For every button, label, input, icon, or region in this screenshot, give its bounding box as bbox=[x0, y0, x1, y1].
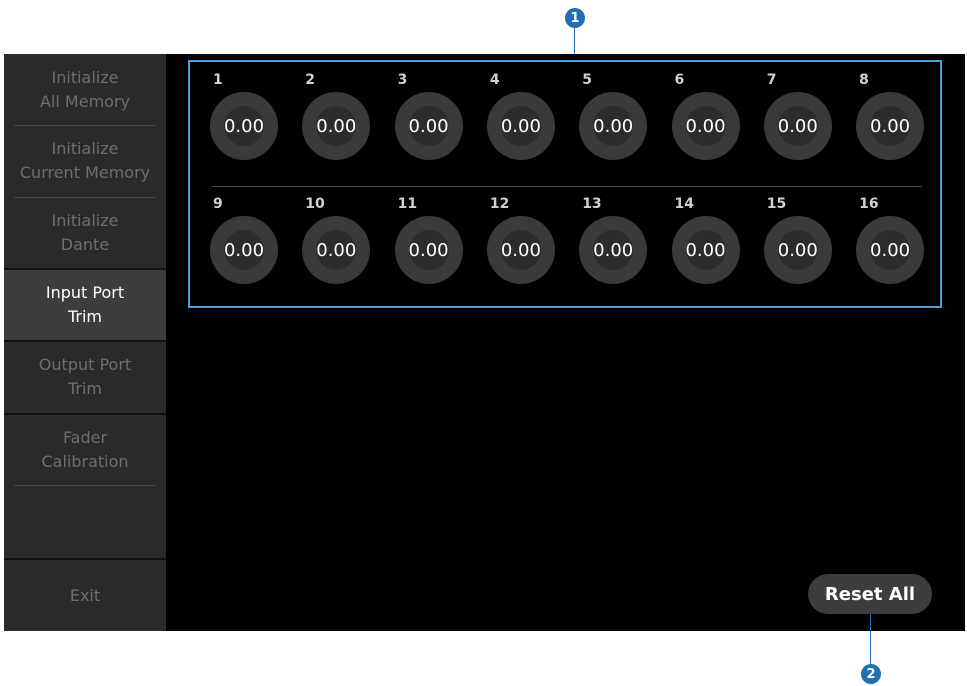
trim-knob-cell: 16 0.00 bbox=[856, 196, 936, 286]
sidebar-item-label: Current Memory bbox=[19, 163, 151, 182]
trim-knob-cell: 5 0.00 bbox=[579, 72, 659, 162]
trim-knob-number: 3 bbox=[397, 72, 408, 88]
sidebar-item-label: Trim bbox=[67, 307, 103, 326]
trim-knob-number: 7 bbox=[766, 72, 777, 88]
trim-knob-number: 4 bbox=[489, 72, 500, 88]
trim-knob-number: 1 bbox=[213, 72, 223, 88]
trim-knob-number: 15 bbox=[766, 196, 787, 212]
trim-knob[interactable]: 0.00 bbox=[394, 216, 463, 284]
sidebar-item-label: Initialize bbox=[51, 139, 119, 158]
trim-knob-value: 0.00 bbox=[593, 115, 634, 137]
sidebar-item-fader-calibration[interactable]: Fader Calibration bbox=[4, 415, 166, 485]
trim-knob[interactable]: 0.00 bbox=[671, 92, 740, 160]
trim-knob-cell: 11 0.00 bbox=[394, 196, 475, 286]
trim-knob-number: 5 bbox=[582, 72, 592, 88]
sidebar-divider bbox=[14, 485, 156, 486]
trim-knob-cell: 15 0.00 bbox=[763, 196, 844, 286]
trim-knob[interactable]: 0.00 bbox=[579, 92, 648, 160]
trim-knob[interactable]: 0.00 bbox=[210, 216, 278, 284]
trim-knob-number: 16 bbox=[859, 196, 879, 212]
trim-knob-value: 0.00 bbox=[777, 239, 818, 261]
sidebar-item-label: All Memory bbox=[40, 92, 130, 111]
trim-knob[interactable]: 0.00 bbox=[579, 216, 648, 284]
sidebar-item-initialize-all-memory[interactable]: Initialize All Memory bbox=[4, 56, 166, 124]
trim-knob-cell: 2 0.00 bbox=[302, 72, 382, 162]
trim-knob-value: 0.00 bbox=[408, 115, 449, 137]
trim-knob-number: 14 bbox=[674, 196, 694, 212]
trim-knob-number: 10 bbox=[305, 196, 325, 212]
sidebar-item-label: Input Port bbox=[45, 283, 125, 302]
trim-knob[interactable]: 0.00 bbox=[302, 216, 371, 284]
trim-knob[interactable]: 0.00 bbox=[856, 92, 925, 160]
sidebar-item-label: Calibration bbox=[41, 452, 129, 471]
trim-knob[interactable]: 0.00 bbox=[763, 92, 832, 160]
sidebar-item-initialize-dante[interactable]: Initialize Dante bbox=[4, 198, 166, 268]
trim-knob-number: 11 bbox=[397, 196, 418, 212]
trim-knob[interactable]: 0.00 bbox=[763, 216, 832, 284]
trim-knob-value: 0.00 bbox=[685, 239, 726, 261]
trim-knob[interactable]: 0.00 bbox=[210, 92, 278, 160]
trim-knob-cell: 12 0.00 bbox=[486, 196, 567, 286]
input-port-trim-panel: 1 0.00 2 0.00 3 0.00 4 0.00 5 0.00 6 0.00 7 0.00 8 0.00… bbox=[188, 60, 942, 308]
trim-knob-value: 0.00 bbox=[223, 239, 265, 261]
trim-knob[interactable]: 0.00 bbox=[856, 216, 925, 284]
trim-knob-value: 0.00 bbox=[685, 115, 726, 137]
sidebar-item-label: Initialize bbox=[51, 68, 119, 87]
sidebar-item-label: Initialize bbox=[51, 211, 119, 230]
trim-knob-cell: 3 0.00 bbox=[394, 72, 475, 162]
trim-knob-cell: 9 0.00 bbox=[210, 196, 290, 286]
sidebar-item-output-port-trim[interactable]: Output Port Trim bbox=[4, 342, 166, 412]
trim-knob-number: 13 bbox=[582, 196, 602, 212]
trim-knob-value: 0.00 bbox=[316, 115, 357, 137]
sidebar-item-initialize-current-memory[interactable]: Initialize Current Memory bbox=[4, 126, 166, 196]
sidebar-item-input-port-trim[interactable]: Input Port Trim bbox=[4, 270, 166, 340]
trim-knob-value: 0.00 bbox=[408, 239, 449, 261]
reset-all-button[interactable]: Reset All bbox=[808, 574, 932, 614]
row-divider bbox=[212, 186, 922, 187]
trim-knob-value: 0.00 bbox=[777, 115, 818, 137]
trim-knob[interactable]: 0.00 bbox=[394, 92, 463, 160]
trim-knob-number: 9 bbox=[213, 196, 223, 212]
trim-knob-number: 12 bbox=[489, 196, 510, 212]
trim-knob-value: 0.00 bbox=[870, 239, 911, 261]
trim-knob[interactable]: 0.00 bbox=[302, 92, 371, 160]
trim-knob-cell: 7 0.00 bbox=[763, 72, 844, 162]
trim-knob-value: 0.00 bbox=[223, 115, 265, 137]
trim-knob-value: 0.00 bbox=[593, 239, 634, 261]
trim-knob-value: 0.00 bbox=[500, 239, 541, 261]
callout-2-leader bbox=[870, 614, 871, 664]
sidebar-item-label: Dante bbox=[60, 235, 110, 254]
trim-knob-value: 0.00 bbox=[316, 239, 357, 261]
sidebar-item-label: Trim bbox=[67, 379, 103, 398]
trim-knob[interactable]: 0.00 bbox=[671, 216, 740, 284]
trim-knob-number: 6 bbox=[674, 72, 685, 88]
sidebar-item-label: Fader bbox=[62, 428, 108, 447]
trim-knob-number: 2 bbox=[305, 72, 316, 88]
trim-knob-cell: 4 0.00 bbox=[486, 72, 567, 162]
trim-knob-number: 8 bbox=[859, 72, 869, 88]
callout-1: 1 bbox=[565, 8, 585, 28]
exit-button[interactable]: Exit bbox=[4, 560, 166, 631]
trim-knob-value: 0.00 bbox=[870, 115, 911, 137]
trim-knob-cell: 8 0.00 bbox=[856, 72, 936, 162]
trim-knob-cell: 13 0.00 bbox=[579, 196, 659, 286]
trim-knob-cell: 6 0.00 bbox=[671, 72, 752, 162]
trim-knob-value: 0.00 bbox=[500, 115, 541, 137]
trim-knob-cell: 1 0.00 bbox=[210, 72, 290, 162]
trim-knob[interactable]: 0.00 bbox=[486, 216, 555, 284]
sidebar: Initialize All Memory Initialize Current… bbox=[4, 54, 166, 631]
trim-knob-cell: 14 0.00 bbox=[671, 196, 752, 286]
callout-2: 2 bbox=[861, 664, 881, 684]
sidebar-item-label: Output Port bbox=[38, 355, 132, 374]
trim-knob[interactable]: 0.00 bbox=[486, 92, 555, 160]
exit-label: Exit bbox=[69, 585, 101, 605]
trim-knob-cell: 10 0.00 bbox=[302, 196, 382, 286]
